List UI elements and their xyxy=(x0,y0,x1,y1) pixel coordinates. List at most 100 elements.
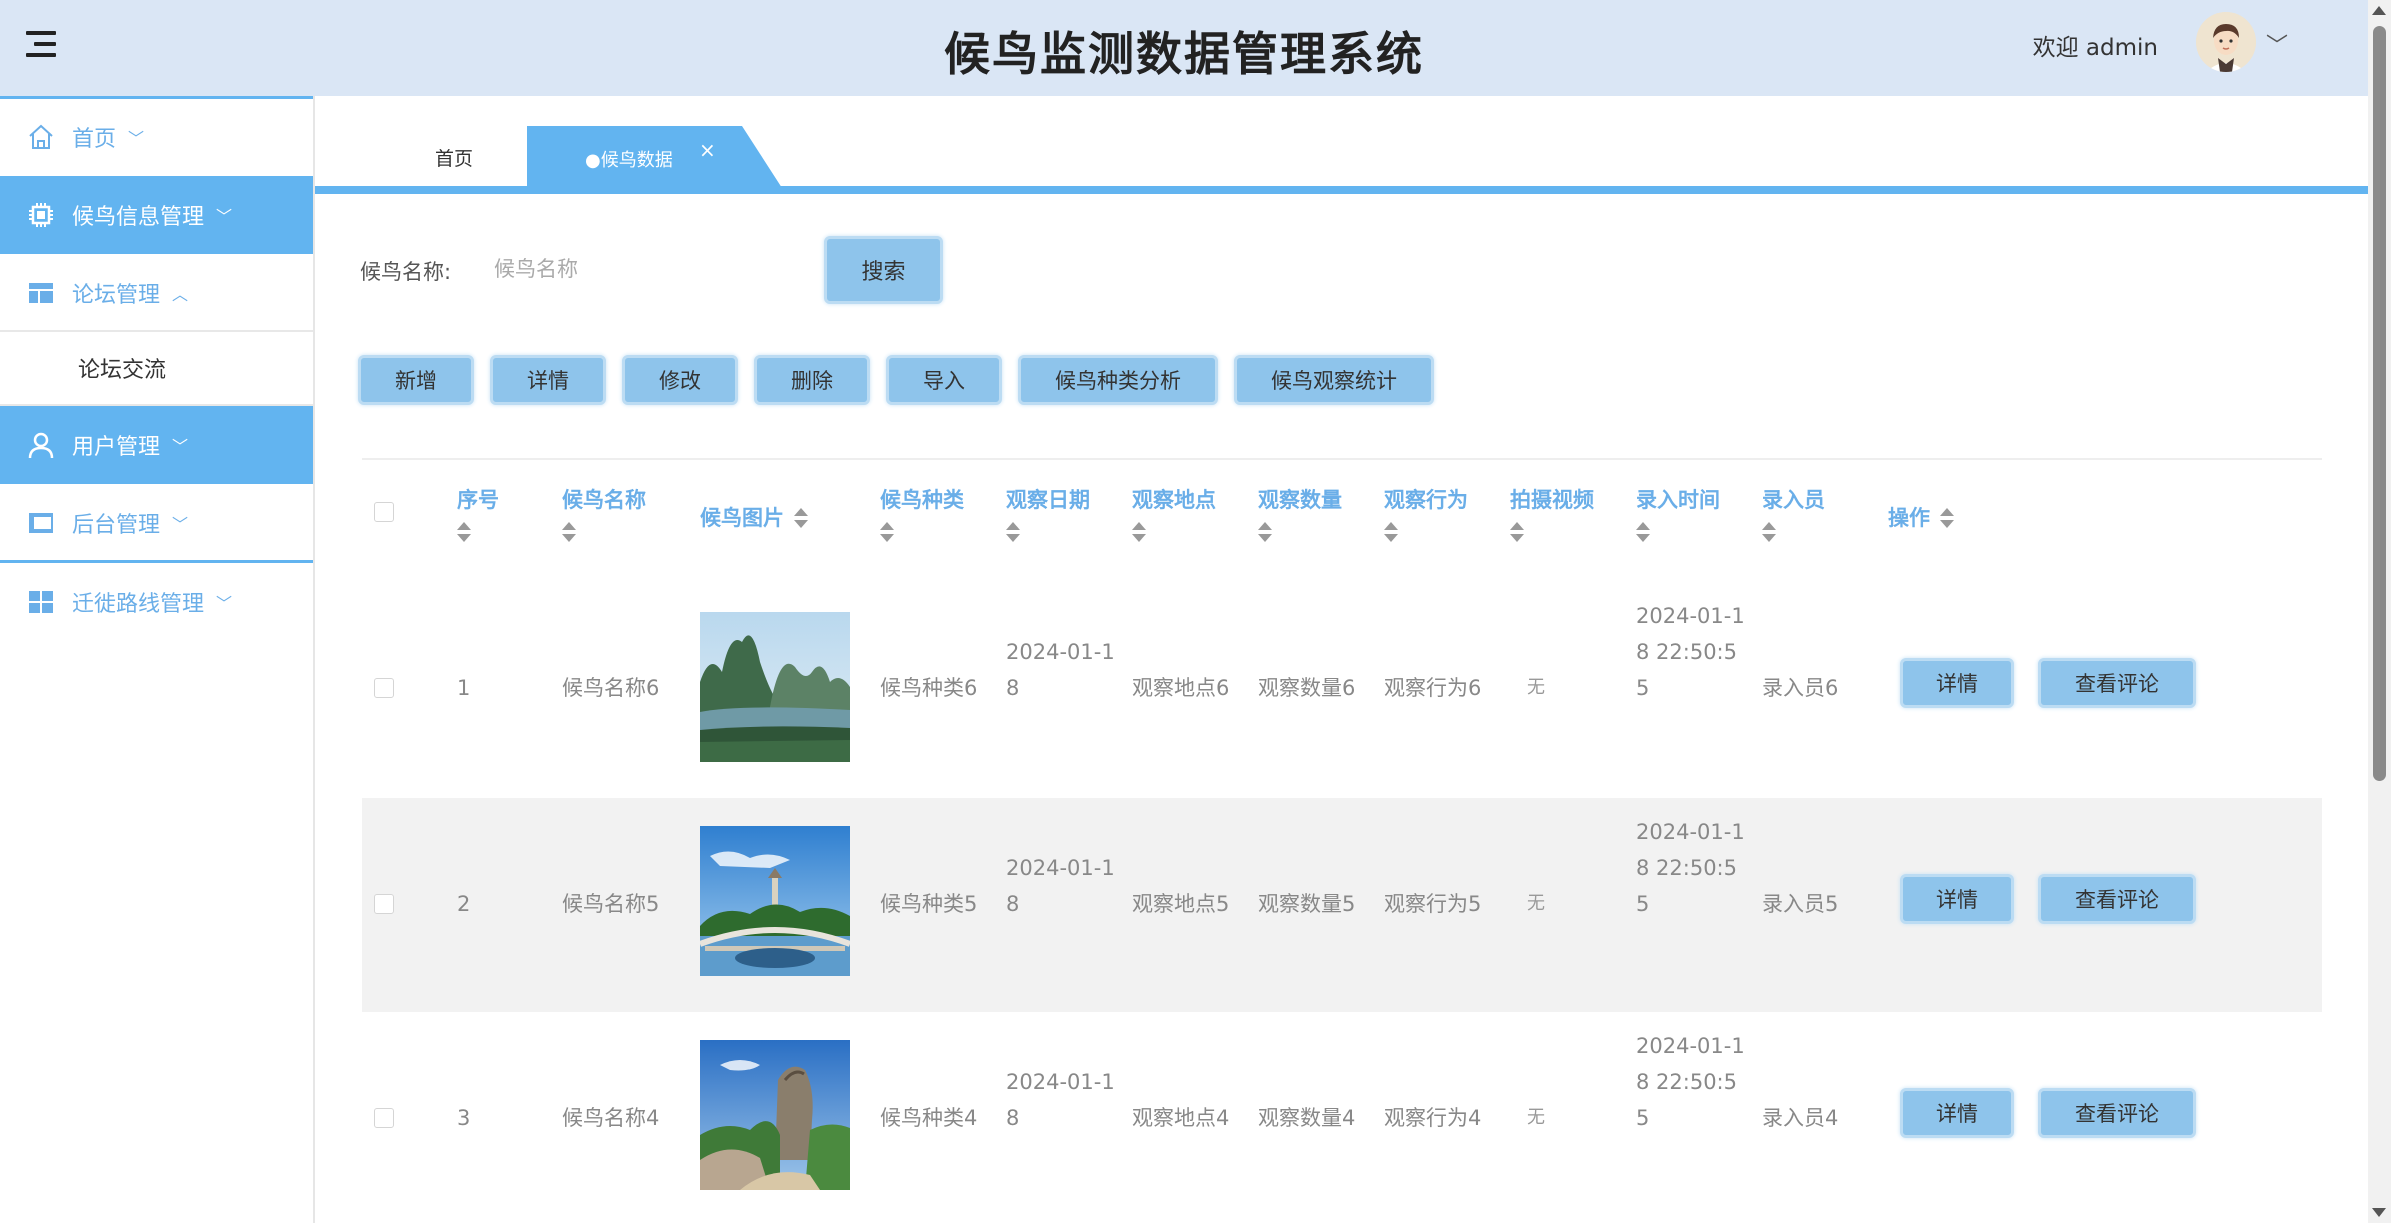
video-cell: 无 xyxy=(1527,677,1545,698)
sidebar-item-label: 论坛管理 xyxy=(72,283,161,308)
view-comments-button[interactable]: 查看评论 xyxy=(2038,1088,2196,1138)
column-header[interactable]: 录入员 xyxy=(1762,484,1825,544)
search-button[interactable]: 搜索 xyxy=(824,236,943,304)
scroll-down-arrow[interactable] xyxy=(2372,1208,2386,1217)
name-cell: 候鸟名称4 xyxy=(562,1106,660,1130)
time-cell: 2024-01-1 8 22:50:5 5 xyxy=(1636,604,1745,700)
behavior-cell: 观察行为6 xyxy=(1384,676,1482,700)
close-icon[interactable]: × xyxy=(699,138,716,162)
home-icon xyxy=(26,122,56,152)
count-cell: 观察数量5 xyxy=(1258,892,1356,916)
chip-icon xyxy=(26,200,56,230)
layout-icon xyxy=(26,278,56,308)
select-all-checkbox[interactable] xyxy=(374,502,394,522)
column-header[interactable]: 序号 xyxy=(457,484,499,544)
scroll-thumb[interactable] xyxy=(2373,26,2386,781)
row-checkbox[interactable] xyxy=(374,894,394,914)
sidebar-item-users[interactable]: 用户管理 ﹀ xyxy=(0,406,313,484)
recorder-cell: 录入员4 xyxy=(1762,1106,1839,1130)
row-checkbox[interactable] xyxy=(374,1108,394,1128)
sort-icon xyxy=(1258,522,1272,544)
welcome-text: 欢迎 admin xyxy=(2032,35,2158,61)
chevron-up-icon: ︿ xyxy=(172,285,189,304)
type-cell: 候鸟种类6 xyxy=(880,676,978,700)
tab-home[interactable]: 首页 xyxy=(435,144,473,171)
sidebar-item-home[interactable]: 首页 ﹀ xyxy=(0,98,313,176)
row-detail-button[interactable]: 详情 xyxy=(1900,874,2014,924)
bird-image[interactable] xyxy=(700,826,850,976)
place-cell: 观察地点4 xyxy=(1132,1106,1230,1130)
row-checkbox[interactable] xyxy=(374,678,394,698)
tab-underline xyxy=(315,186,2368,194)
video-cell: 无 xyxy=(1527,1107,1545,1128)
chevron-down-icon: ﹀ xyxy=(172,515,189,534)
species-analysis-button[interactable]: 候鸟种类分析 xyxy=(1018,355,1218,405)
sidebar-item-forum[interactable]: 论坛管理 ︿ xyxy=(0,254,313,332)
tab-bird-data[interactable]: ●候鸟数据 × xyxy=(527,126,782,188)
recorder-cell: 录入员6 xyxy=(1762,676,1839,700)
chevron-down-icon: ﹀ xyxy=(172,437,189,456)
place-cell: 观察地点5 xyxy=(1132,892,1230,916)
column-header[interactable]: 候鸟名称 xyxy=(562,484,646,544)
chevron-down-icon: ﹀ xyxy=(216,594,233,613)
column-header[interactable]: 操作 xyxy=(1888,502,1954,532)
grid-icon xyxy=(26,587,56,617)
chevron-down-icon[interactable]: ﹀ xyxy=(2266,28,2288,60)
view-comments-button[interactable]: 查看评论 xyxy=(2038,658,2196,708)
panel-icon xyxy=(26,508,56,538)
column-header[interactable]: 拍摄视频 xyxy=(1510,484,1594,544)
observation-stats-button[interactable]: 候鸟观察统计 xyxy=(1234,355,1434,405)
scroll-up-arrow[interactable] xyxy=(2372,6,2386,15)
add-button[interactable]: 新增 xyxy=(358,355,474,405)
avatar[interactable] xyxy=(2196,12,2256,72)
place-cell: 观察地点6 xyxy=(1132,676,1230,700)
name-cell: 候鸟名称5 xyxy=(562,892,660,916)
delete-button[interactable]: 删除 xyxy=(754,355,870,405)
sort-icon xyxy=(562,522,576,544)
column-header[interactable]: 观察日期 xyxy=(1006,484,1090,544)
view-comments-button[interactable]: 查看评论 xyxy=(2038,874,2196,924)
video-cell: 无 xyxy=(1527,893,1545,914)
sidebar-item-bird-info[interactable]: 候鸟信息管理 ﹀ xyxy=(0,176,313,254)
bird-image[interactable] xyxy=(700,1040,850,1190)
sidebar-item-label: 候鸟信息管理 xyxy=(72,205,205,230)
detail-button[interactable]: 详情 xyxy=(490,355,606,405)
sort-icon xyxy=(457,522,471,544)
column-header[interactable]: 观察数量 xyxy=(1258,484,1342,544)
row-detail-button[interactable]: 详情 xyxy=(1900,1088,2014,1138)
sort-icon xyxy=(1006,522,1020,544)
sidebar-item-label: 用户管理 xyxy=(72,435,161,460)
bird-image[interactable] xyxy=(700,612,850,762)
app-title: 候鸟监测数据管理系统 xyxy=(944,27,1424,81)
date-cell: 2024-01-1 8 xyxy=(1006,640,1115,700)
sidebar-item-migration-route[interactable]: 迁徙路线管理 ﹀ xyxy=(0,563,313,641)
sidebar-item-label: 首页 xyxy=(72,127,117,152)
page-scrollbar[interactable] xyxy=(2368,0,2391,1223)
index-cell: 3 xyxy=(457,1106,471,1130)
import-button[interactable]: 导入 xyxy=(886,355,1002,405)
sidebar-item-label: 迁徙路线管理 xyxy=(72,592,205,617)
sort-icon xyxy=(1636,522,1650,544)
sort-icon xyxy=(1940,508,1954,530)
user-icon xyxy=(26,430,56,460)
row-detail-button[interactable]: 详情 xyxy=(1900,658,2014,708)
column-header[interactable]: 观察地点 xyxy=(1132,484,1216,544)
index-cell: 2 xyxy=(457,892,471,916)
column-header[interactable]: 观察行为 xyxy=(1384,484,1468,544)
sort-icon xyxy=(880,522,894,544)
sort-icon xyxy=(1384,522,1398,544)
search-label: 候鸟名称: xyxy=(360,260,452,284)
search-input[interactable] xyxy=(478,244,808,294)
behavior-cell: 观察行为4 xyxy=(1384,1106,1482,1130)
sidebar-subitem-forum-exchange[interactable]: 论坛交流 xyxy=(0,332,313,406)
sidebar-item-admin[interactable]: 后台管理 ﹀ xyxy=(0,484,313,562)
column-header[interactable]: 候鸟种类 xyxy=(880,484,964,544)
sort-icon xyxy=(1132,522,1146,544)
column-header[interactable]: 候鸟图片 xyxy=(700,502,808,532)
type-cell: 候鸟种类5 xyxy=(880,892,978,916)
sort-icon xyxy=(1510,522,1524,544)
chevron-down-icon: ﹀ xyxy=(128,129,145,148)
edit-button[interactable]: 修改 xyxy=(622,355,738,405)
column-header[interactable]: 录入时间 xyxy=(1636,484,1720,544)
sidebar-item-label: 后台管理 xyxy=(72,513,161,538)
